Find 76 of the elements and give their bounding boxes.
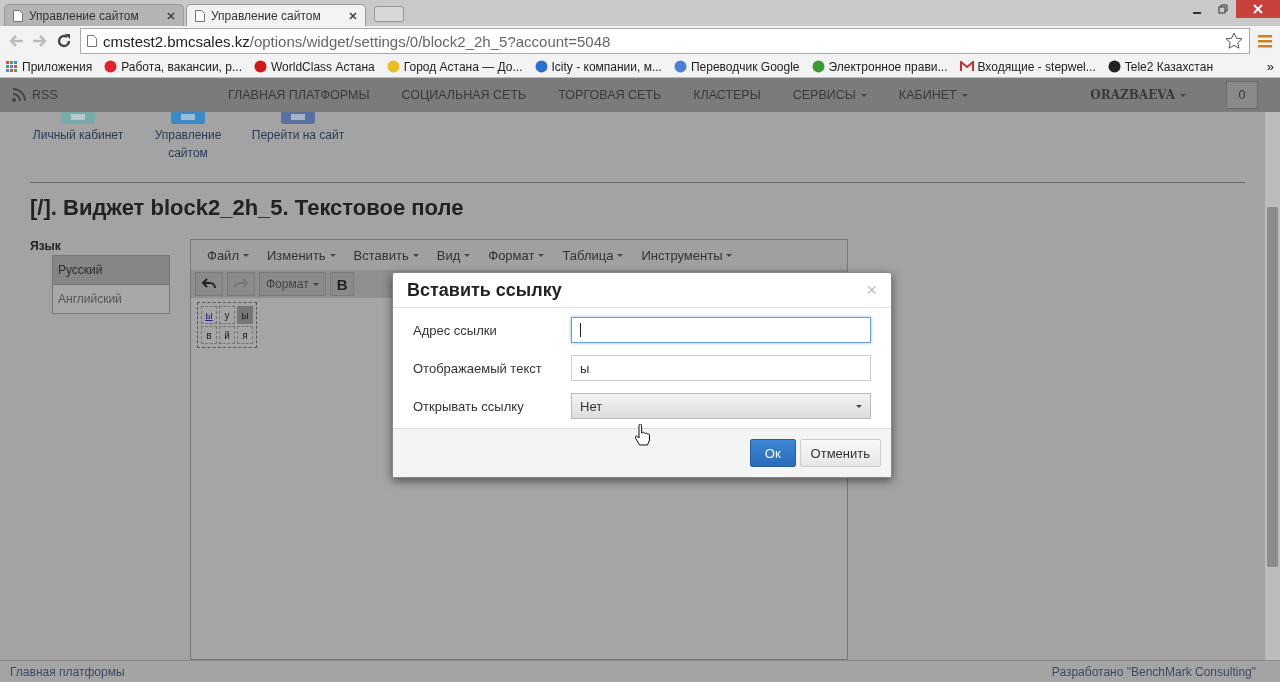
table-cell: у (219, 306, 235, 324)
language-item[interactable]: Английский (53, 285, 169, 313)
editor-menu-item[interactable]: Инструменты (633, 247, 741, 263)
editor-menu-item[interactable]: Формат (480, 247, 553, 263)
nav-link[interactable]: СОЦИАЛЬНАЯ СЕТЬ (385, 78, 543, 112)
shortcut-icon (171, 112, 205, 126)
nav-link[interactable]: ТОРГОВАЯ СЕТЬ (542, 78, 678, 112)
undo-icon (202, 278, 216, 290)
language-label: Язык (30, 239, 62, 253)
bookmark-link[interactable]: Приложения (6, 59, 93, 74)
bookmark-link[interactable]: Электронное прави... (811, 59, 948, 74)
bookmark-link[interactable]: WorldClass Астана (253, 59, 375, 74)
table-cell: я (237, 326, 253, 344)
close-icon (1253, 4, 1263, 14)
shortcut-link[interactable]: Управление сайтом (140, 126, 236, 162)
table-cell: ы (201, 306, 217, 324)
bookmark-link[interactable]: Icity - компании, м... (534, 59, 662, 74)
shortcut-icon (281, 112, 315, 126)
restore-icon (1218, 4, 1228, 14)
table-cell: й (219, 326, 235, 344)
menu-icon[interactable] (1258, 34, 1272, 48)
nav-link[interactable]: КЛАСТЕРЫ (677, 78, 777, 112)
editor-menu-item[interactable]: Вид (428, 247, 479, 263)
select-field[interactable]: Нет (571, 393, 871, 419)
rss-icon (12, 88, 26, 102)
cancel-button[interactable]: Отменить (799, 439, 881, 467)
more-bookmarks-button[interactable]: » (1266, 59, 1274, 74)
rss-link[interactable]: RSS (12, 88, 212, 102)
editor-menu-item[interactable]: Вставить (345, 247, 427, 263)
page-icon (13, 9, 23, 22)
editor-table[interactable]: ы у ы в й я (197, 302, 257, 348)
close-icon[interactable] (167, 11, 175, 20)
bookmark-link[interactable]: Входящие - stepwel... (959, 59, 1096, 74)
undo-button[interactable] (195, 272, 223, 296)
dialog-title: Вставить ссылку (407, 279, 562, 301)
star-icon[interactable] (1225, 32, 1243, 50)
notification-counter[interactable]: 0 (1226, 81, 1258, 109)
nav-link[interactable]: ГЛАВНАЯ ПЛАТФОРМЫ (212, 78, 386, 112)
page-title: [/]. Виджет block2_2h_5. Текстовое поле (30, 195, 465, 221)
page-icon (195, 9, 205, 22)
format-dropdown[interactable]: Формат (259, 272, 326, 296)
text-field[interactable]: ы (571, 355, 871, 381)
field-label: Открывать ссылку (413, 398, 525, 414)
shortcut-icon (61, 112, 95, 126)
editor-menu-item[interactable]: Таблица (554, 247, 632, 263)
field-label: Адрес ссылки (413, 322, 498, 338)
bookmark-link[interactable]: Работа, вакансии, р... (104, 59, 242, 74)
table-cell: в (201, 326, 217, 344)
editor-menu-item[interactable]: Изменить (258, 247, 344, 263)
field-label: Отображаемый текст (413, 360, 543, 376)
bookmark-link[interactable]: Tele2 Казахстан (1107, 59, 1213, 74)
shortcut-link[interactable]: Личный кабинет (32, 126, 124, 144)
close-icon[interactable] (349, 11, 357, 20)
shortcut-link[interactable]: Перейти на сайт (251, 126, 345, 144)
minimize-icon (1193, 12, 1201, 14)
bookmark-link[interactable]: Город Астана — До... (386, 59, 523, 74)
text-field[interactable] (571, 317, 871, 343)
table-cell: ы (237, 306, 253, 324)
nav-link[interactable]: СЕРВИСЫ (776, 78, 883, 112)
language-item[interactable]: Русский (53, 256, 169, 285)
bold-button[interactable]: B (329, 272, 355, 296)
reload-icon[interactable] (56, 33, 72, 49)
scrollbar-thumb[interactable] (1267, 207, 1278, 567)
editor-menu-item[interactable]: Файл (199, 247, 257, 263)
page-icon (87, 35, 97, 47)
close-button[interactable] (1236, 0, 1280, 18)
ok-button[interactable]: Ок (749, 439, 796, 467)
browser-tab[interactable]: Управление сайтом (4, 4, 184, 26)
user-menu[interactable]: ORAZBAEVA (1090, 88, 1226, 102)
browser-tab[interactable]: Управление сайтом (186, 4, 366, 26)
bookmark-link[interactable]: Переводчик Google (673, 59, 800, 74)
footer-link[interactable]: Главная платформы (10, 664, 125, 679)
nav-link[interactable]: КАБИНЕТ (882, 78, 984, 112)
address-bar[interactable]: cmstest2.bmcsales.kz/options/widget/settings/0/block2_2h_5?account=5048 (80, 28, 1250, 54)
apps-icon (6, 60, 18, 73)
footer-credit: Разработано "BenchMark Consulting" (1051, 664, 1256, 679)
